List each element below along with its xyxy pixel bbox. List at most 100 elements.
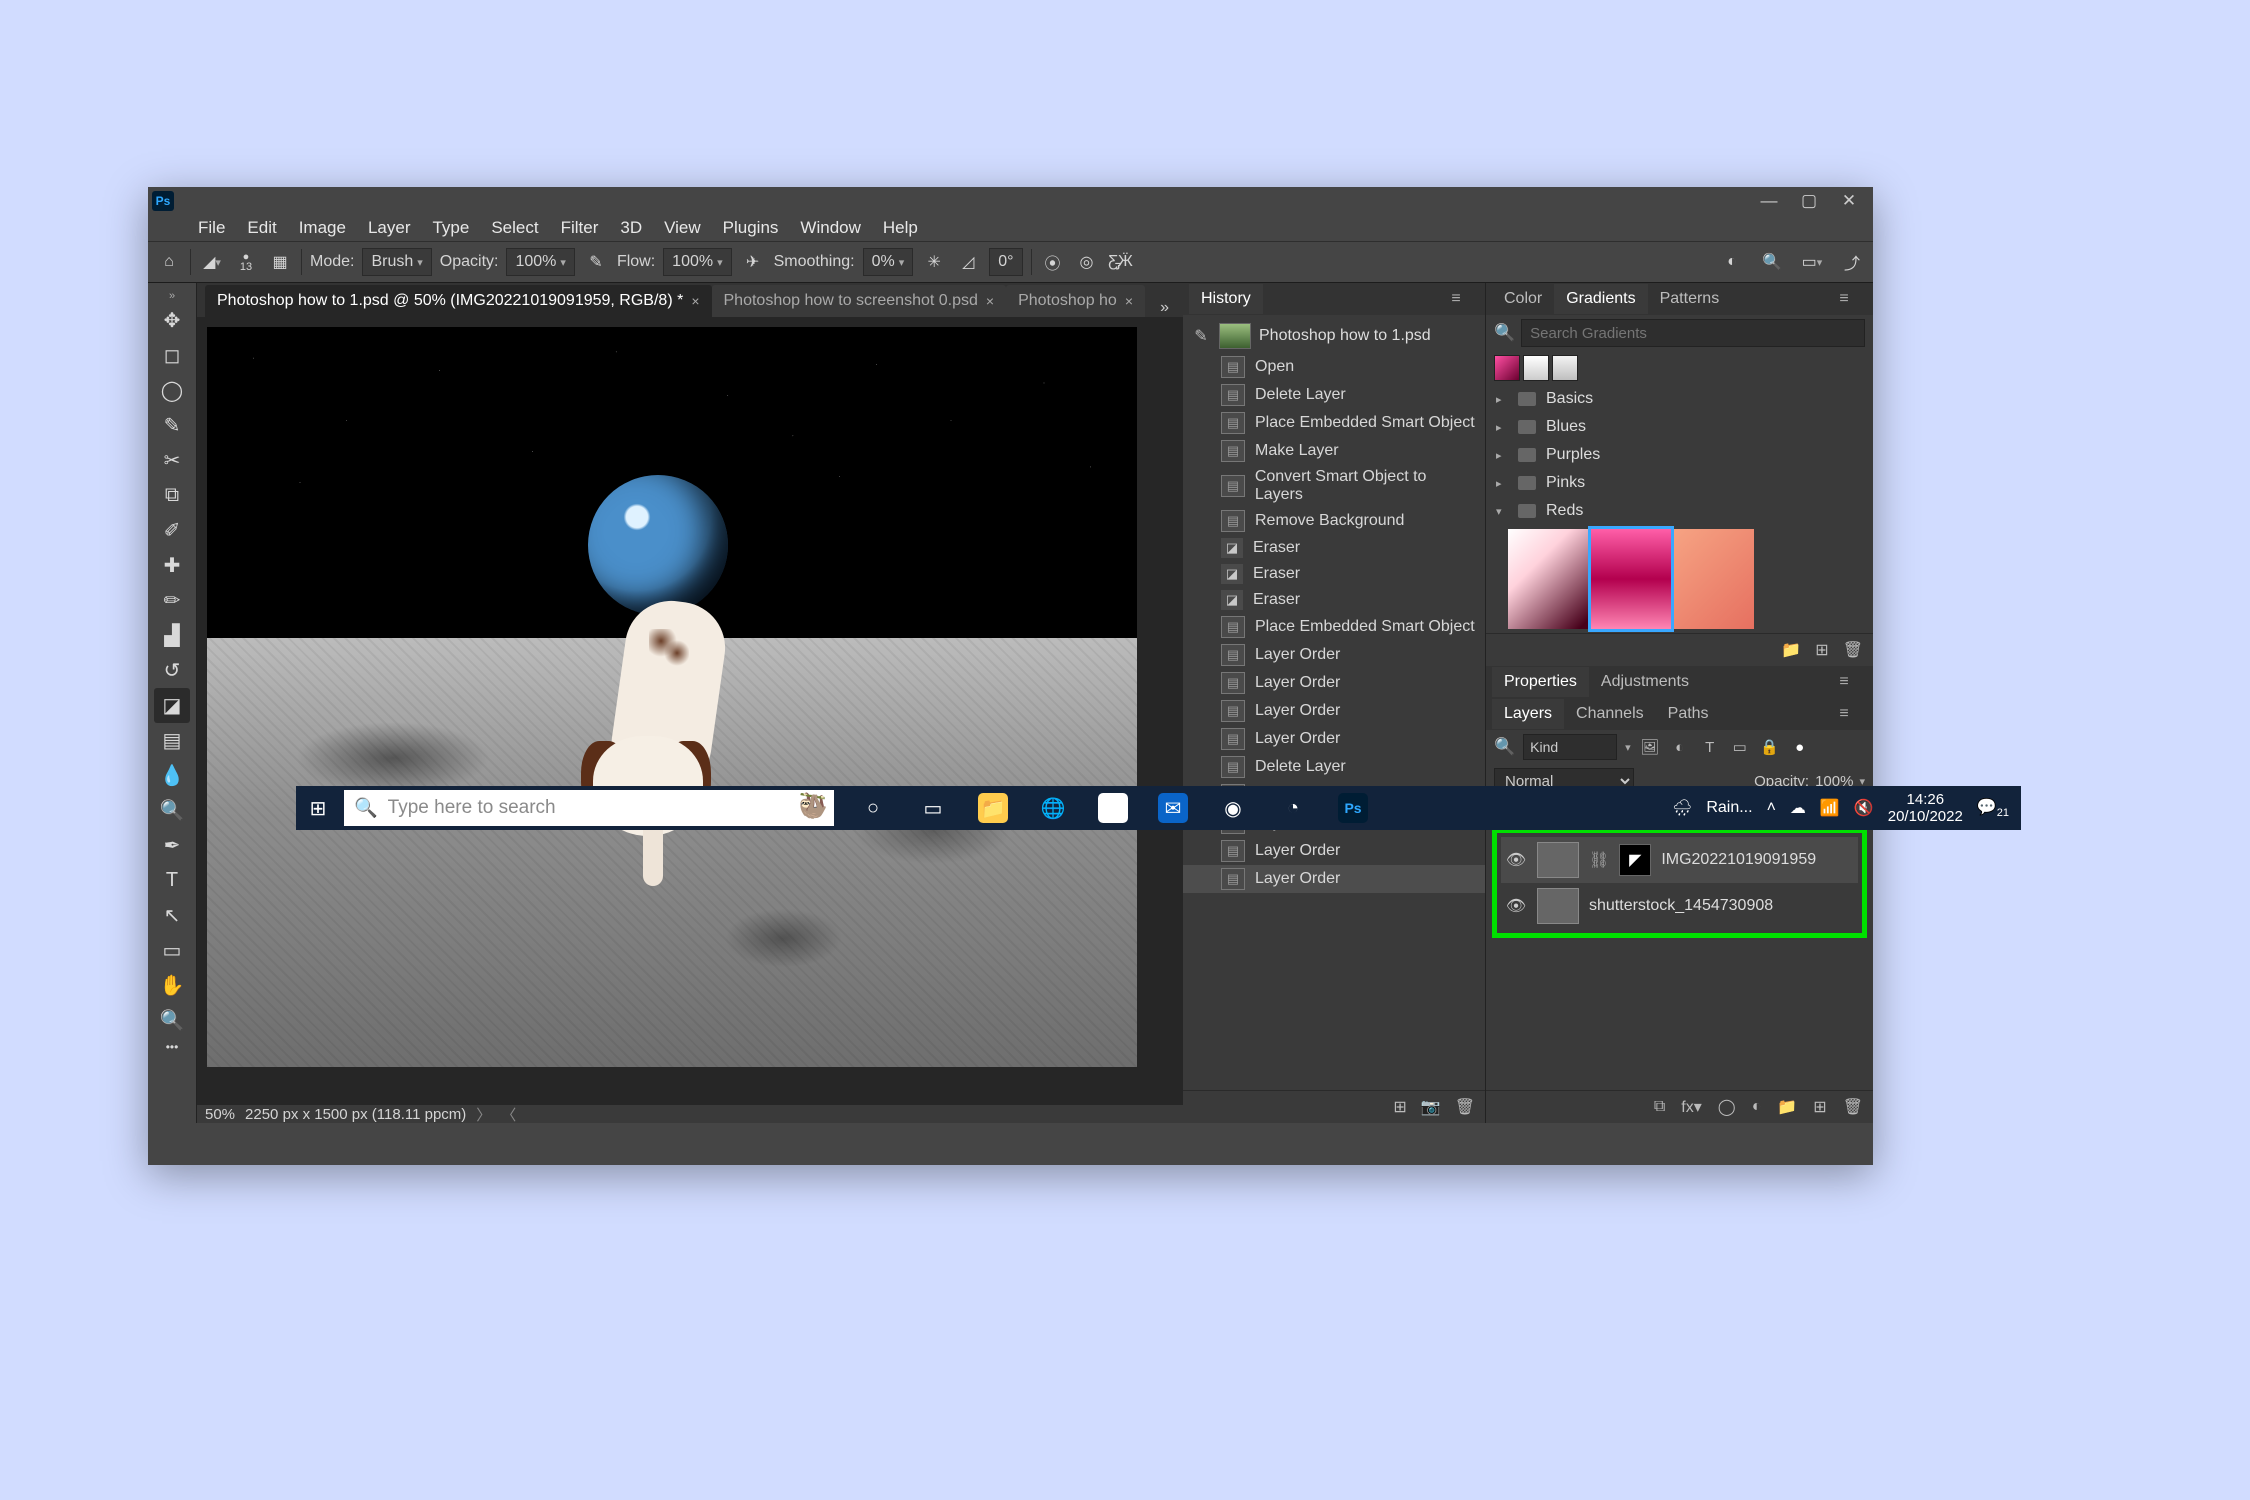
brush-preview-icon[interactable]: ●13 xyxy=(233,249,259,275)
menu-image[interactable]: Image xyxy=(289,215,356,241)
history-step[interactable]: ▤Layer Order xyxy=(1183,641,1485,669)
weather-icon[interactable]: 🌧 xyxy=(1672,798,1692,818)
onedrive-icon[interactable]: ☁ xyxy=(1790,798,1806,818)
crop-tool-icon[interactable]: ✂ xyxy=(154,443,190,478)
collapse-tools-icon[interactable]: » xyxy=(148,289,196,303)
edit-toolbar-icon[interactable]: ••• xyxy=(154,1038,190,1056)
history-step[interactable]: ◪Eraser xyxy=(1183,561,1485,587)
canvas-area[interactable] xyxy=(197,317,1183,1105)
marquee-tool-icon[interactable]: ◻ xyxy=(154,338,190,373)
gradient-thumb[interactable] xyxy=(1674,529,1754,629)
start-button[interactable]: ⊞ xyxy=(296,796,340,821)
document-tab[interactable]: Photoshop ho× xyxy=(1006,285,1145,317)
layer-filter-kind[interactable] xyxy=(1523,734,1617,760)
history-snapshot-thumb[interactable] xyxy=(1219,323,1251,349)
layer-row[interactable]: 👁⛓◤IMG20221019091959 xyxy=(1501,837,1858,883)
panel-menu-icon[interactable]: ≡ xyxy=(1821,699,1867,729)
panel-menu-icon[interactable]: ≡ xyxy=(1821,284,1867,314)
frame-tool-icon[interactable]: ⧉ xyxy=(154,478,190,513)
tray-expand-icon[interactable]: ˄ xyxy=(1767,799,1776,817)
menu-type[interactable]: Type xyxy=(422,215,479,241)
brush-panel-icon[interactable]: ▦ xyxy=(267,249,293,275)
tab-layers[interactable]: Layers xyxy=(1492,699,1564,729)
link-layers-icon[interactable]: ⧉ xyxy=(1654,1098,1665,1116)
history-snapshot-label[interactable]: Photoshop how to 1.psd xyxy=(1259,327,1431,345)
history-step[interactable]: ▤Place Embedded Smart Object xyxy=(1183,613,1485,641)
zoom-readout[interactable]: 50% xyxy=(205,1106,235,1123)
history-brush-tool-icon[interactable]: ↺ xyxy=(154,653,190,688)
maximize-button[interactable]: ▢ xyxy=(1789,188,1829,214)
gradient-swatch[interactable] xyxy=(1552,355,1578,381)
eraser-tool-icon[interactable]: ◪ xyxy=(154,688,190,723)
history-step[interactable]: ▤Layer Order xyxy=(1183,669,1485,697)
trash-icon[interactable]: 🗑 xyxy=(1843,640,1863,660)
document-canvas[interactable] xyxy=(207,327,1137,1067)
airbrush-icon[interactable]: ✈ xyxy=(740,249,766,275)
history-step[interactable]: ▤Delete Layer xyxy=(1183,753,1485,781)
notifications-icon[interactable]: 💬21 xyxy=(1977,797,2009,819)
tab-gradients[interactable]: Gradients xyxy=(1554,284,1647,314)
menu-window[interactable]: Window xyxy=(790,215,870,241)
path-select-tool-icon[interactable]: ↖ xyxy=(154,898,190,933)
close-icon[interactable]: × xyxy=(691,293,699,309)
quick-select-tool-icon[interactable]: ✎ xyxy=(154,408,190,443)
butterfly-icon[interactable]: Ƹ̵̡Ӝ xyxy=(1108,249,1134,275)
group-icon[interactable]: 📁 xyxy=(1777,1097,1797,1117)
menu-edit[interactable]: Edit xyxy=(237,215,286,241)
delete-layer-icon[interactable]: 🗑 xyxy=(1843,1097,1863,1117)
gradient-folder-reds[interactable]: ▾ Reds xyxy=(1486,497,1873,525)
gradient-folder[interactable]: ▸Basics xyxy=(1486,385,1873,413)
mode-select[interactable]: Brush▾ xyxy=(362,248,431,276)
tab-paths[interactable]: Paths xyxy=(1656,699,1721,729)
history-step[interactable]: ▤Open xyxy=(1183,353,1485,381)
symmetry-icon[interactable]: ⦿ xyxy=(1040,249,1066,275)
menu-3d[interactable]: 3D xyxy=(610,215,652,241)
flow-field[interactable]: 100%▾ xyxy=(663,248,731,276)
panel-menu-icon[interactable]: ≡ xyxy=(1821,667,1867,697)
fx-icon[interactable]: fx▾ xyxy=(1681,1097,1701,1117)
tool-preset-icon[interactable]: ◢▾ xyxy=(199,249,225,275)
gradient-folder[interactable]: ▸Blues xyxy=(1486,413,1873,441)
taskview-icon[interactable]: ▭ xyxy=(918,793,948,823)
cortana-icon[interactable]: ○ xyxy=(858,793,888,823)
filter-toggle-icon[interactable]: ● xyxy=(1789,736,1811,758)
gradient-tool-icon[interactable]: ▤ xyxy=(154,723,190,758)
eyedropper-tool-icon[interactable]: ✐ xyxy=(154,513,190,548)
shape-tool-icon[interactable]: ▭ xyxy=(154,933,190,968)
filter-shape-icon[interactable]: ▭ xyxy=(1729,736,1751,758)
document-tab[interactable]: Photoshop how to screenshot 0.psd× xyxy=(712,285,1007,317)
dodge-tool-icon[interactable]: 🔍 xyxy=(154,793,190,828)
panel-menu-icon[interactable]: ≡ xyxy=(1433,284,1479,314)
visibility-icon[interactable]: 👁 xyxy=(1505,850,1527,870)
gradient-thumb[interactable] xyxy=(1508,529,1588,629)
hand-tool-icon[interactable]: ✋ xyxy=(154,968,190,1003)
menu-filter[interactable]: Filter xyxy=(551,215,609,241)
lasso-tool-icon[interactable]: ◯ xyxy=(154,373,190,408)
explorer-icon[interactable]: 📁 xyxy=(978,793,1008,823)
trash-icon[interactable]: 🗑 xyxy=(1455,1097,1475,1117)
new-document-icon[interactable]: ⊞ xyxy=(1393,1097,1406,1117)
menu-select[interactable]: Select xyxy=(481,215,548,241)
search-icon[interactable]: 🔍 xyxy=(1759,249,1785,275)
layer-thumb[interactable] xyxy=(1537,888,1579,924)
camera-icon[interactable]: 📷 xyxy=(1421,1097,1441,1117)
close-button[interactable]: ✕ xyxy=(1829,188,1869,214)
gradient-swatch[interactable] xyxy=(1494,355,1520,381)
mask-icon[interactable]: ◯ xyxy=(1718,1097,1736,1117)
tab-history[interactable]: History xyxy=(1189,284,1263,314)
tab-patterns[interactable]: Patterns xyxy=(1648,284,1732,314)
pressure-size-icon[interactable]: ◎ xyxy=(1074,249,1100,275)
minimize-button[interactable]: — xyxy=(1749,188,1789,214)
volume-icon[interactable]: 🔇 xyxy=(1854,798,1874,818)
history-step[interactable]: ▤Delete Layer xyxy=(1183,381,1485,409)
tab-properties[interactable]: Properties xyxy=(1492,667,1589,697)
close-icon[interactable]: × xyxy=(986,293,994,309)
filter-smart-icon[interactable]: 🔒 xyxy=(1759,736,1781,758)
history-step[interactable]: ▤Place Embedded Smart Object xyxy=(1183,409,1485,437)
search-icon[interactable]: 🔍 xyxy=(1494,323,1515,343)
history-step[interactable]: ◪Eraser xyxy=(1183,535,1485,561)
layer-row[interactable]: 👁shutterstock_1454730908 xyxy=(1501,883,1858,929)
history-step[interactable]: ▤Layer Order xyxy=(1183,725,1485,753)
chrome-icon[interactable]: ◉ xyxy=(1218,793,1248,823)
tab-channels[interactable]: Channels xyxy=(1564,699,1656,729)
